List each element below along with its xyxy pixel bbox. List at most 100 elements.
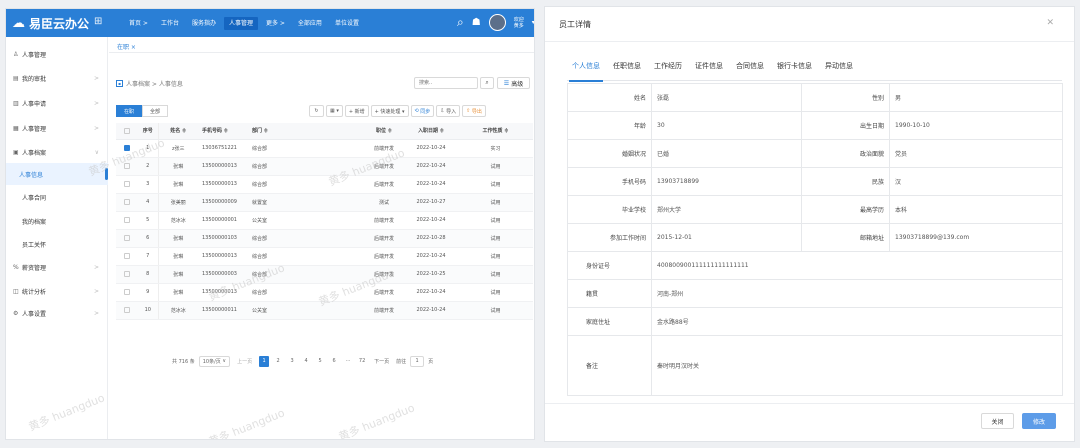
column-header[interactable]: 工作性质 ≑: [458, 123, 533, 140]
nav-more[interactable]: 更多 >: [261, 17, 290, 30]
nav-home[interactable]: 首页 >: [124, 17, 153, 30]
row-checkbox[interactable]: [116, 301, 138, 320]
row-checkbox[interactable]: [116, 139, 138, 158]
tab-contracts[interactable]: 合同信息: [731, 59, 769, 81]
employee-table: 序号 姓名 ≑ 手机号码 ≑ 部门 ≑ 职位 ≑ 入职日期 ≑ 工作性质 ≑ 1…: [116, 123, 533, 320]
page-button[interactable]: 1: [259, 355, 270, 367]
page-button[interactable]: 6: [329, 356, 339, 367]
close-button[interactable]: 关闭: [981, 413, 1014, 429]
sidebar-item-hr-records[interactable]: ▣ 人事档案 ∨: [6, 141, 108, 163]
row-checkbox[interactable]: [116, 265, 138, 284]
page-ellipsis[interactable]: ···: [343, 356, 353, 367]
goto-page-input[interactable]: 1: [410, 355, 425, 367]
nav-workbench[interactable]: 工作台: [156, 17, 184, 30]
page-button[interactable]: 3: [287, 356, 297, 367]
prev-page-button[interactable]: 上一页: [234, 358, 255, 365]
row-checkbox[interactable]: [116, 211, 138, 230]
table-row[interactable]: 9 张琳 13500000013 综合部 后端开发 2022-10-24 试用: [116, 283, 533, 302]
tab-changes[interactable]: 异动信息: [820, 59, 858, 81]
edit-button[interactable]: 修改: [1022, 413, 1056, 429]
toggle-active-employees[interactable]: 在职: [116, 105, 142, 117]
column-header[interactable]: 手机号码 ≑: [198, 123, 248, 140]
sidebar-item-hr-management[interactable]: ♙ 人事管理: [6, 43, 108, 65]
sidebar-item-statistics[interactable]: ◫ 统计分析 >: [6, 280, 108, 302]
row-checkbox[interactable]: [116, 247, 138, 266]
refresh-button[interactable]: ↻: [309, 105, 324, 117]
row-checkbox[interactable]: [116, 229, 138, 248]
advanced-search-button[interactable]: ☰ 高级: [497, 77, 530, 89]
page-button[interactable]: 2: [273, 356, 283, 367]
form-row: 婚姻状况 已婚 政治面貌 党员: [567, 139, 1063, 168]
sidebar-item-hr-settings[interactable]: ⚙ 人事设置 >: [6, 302, 108, 324]
search-button[interactable]: ⌕: [480, 77, 494, 89]
tab-active[interactable]: 在职 ×: [117, 42, 136, 51]
sidebar-item-hr-requests[interactable]: ▥ 人事申请 >: [6, 92, 108, 114]
records-icon: ▣: [13, 148, 19, 156]
page-size-select[interactable]: 10条/页 ∨: [198, 355, 231, 367]
row-checkbox[interactable]: [116, 283, 138, 302]
toggle-all-employees[interactable]: 全部: [142, 105, 168, 117]
page-button[interactable]: 72: [357, 356, 367, 367]
sync-button[interactable]: ⟲ 同步: [410, 105, 435, 117]
tab-position-info[interactable]: 任职信息: [608, 59, 646, 81]
sidebar-item-payroll[interactable]: % 薪资管理 >: [6, 256, 108, 278]
table-cell: 后端开发: [364, 157, 404, 176]
table-cell: 就置室: [248, 193, 296, 212]
table-row[interactable]: 10 范冰冰 13500000011 公关室 前端开发 2022-10-24 试用: [116, 301, 533, 320]
columns-button[interactable]: ▦ ▾: [326, 105, 343, 117]
nav-hr[interactable]: 人事管理: [223, 17, 258, 30]
column-header[interactable]: 入职日期 ≑: [404, 123, 458, 140]
search-icon[interactable]: ⌕: [457, 15, 464, 30]
table-row[interactable]: 6 张琳 13500000103 综合部 后端开发 2022-10-28 试用: [116, 229, 533, 248]
table-row[interactable]: 8 张琳 13500000003 综合部 后端开发 2022-10-25 试用: [116, 265, 533, 284]
org-chart-icon[interactable]: ☗: [472, 17, 481, 28]
table-cell: 2: [138, 157, 159, 176]
app-logo[interactable]: ☁ 易臣云办公: [12, 15, 89, 32]
field-value: 1990-10-10: [889, 111, 1063, 140]
table-row[interactable]: 5 范冰冰 13500000001 公关室 前端开发 2022-10-24 试用: [116, 211, 533, 230]
column-header[interactable]: 职位 ≑: [364, 123, 404, 140]
column-header[interactable]: 部门 ≑: [248, 123, 296, 140]
chevron-down-icon: ∨: [94, 148, 99, 156]
goto-label: 前往: [396, 358, 407, 365]
select-all-checkbox[interactable]: [116, 123, 138, 140]
table-row[interactable]: 2 张琳 13500000013 综合部 后端开发 2022-10-24 试用: [116, 157, 533, 176]
grid-menu-icon[interactable]: ⊞: [94, 16, 102, 27]
sidebar-item-employee-care[interactable]: 员工关怀: [6, 233, 108, 255]
sidebar-item-hr-contracts[interactable]: 人事合同: [6, 186, 108, 208]
table-row[interactable]: 4 张美丽 13500000009 就置室 测试 2022-10-27 试用: [116, 193, 533, 212]
nav-org-settings[interactable]: 单位设置: [330, 17, 364, 30]
close-icon[interactable]: ✕: [1046, 18, 1054, 28]
watermark: 黄多 huangduo: [206, 406, 287, 440]
table-row[interactable]: 7 张琳 13500000013 综合部 后端开发 2022-10-24 试用: [116, 247, 533, 266]
search-input[interactable]: [414, 77, 478, 89]
sidebar-item-hr-info[interactable]: 人事信息: [6, 163, 108, 185]
import-button[interactable]: ⇩ 导入: [436, 105, 461, 117]
tab-documents[interactable]: 证件信息: [690, 59, 728, 81]
nav-all-apps[interactable]: 全部应用: [293, 17, 327, 30]
sidebar-item-my-records[interactable]: 我的档案: [6, 210, 108, 232]
sidebar-item-label: 员工关怀: [22, 241, 47, 249]
sidebar-item-hr-management-2[interactable]: ▦ 人事管理 >: [6, 117, 108, 139]
chevron-down-icon[interactable]: ▾: [532, 19, 534, 26]
column-header[interactable]: 姓名 ≑: [158, 123, 198, 140]
page-button[interactable]: 4: [301, 356, 311, 367]
row-checkbox[interactable]: [116, 175, 138, 194]
page-button[interactable]: 5: [315, 356, 325, 367]
avatar[interactable]: [488, 14, 506, 31]
tab-personal-info[interactable]: 个人信息: [567, 59, 605, 82]
export-button[interactable]: ⇧ 导出: [462, 105, 486, 117]
sidebar-item-my-approvals[interactable]: ▤ 我的审批 >: [6, 67, 108, 89]
sidebar-item-label: 人事管理: [22, 51, 47, 59]
next-page-button[interactable]: 下一页: [371, 358, 392, 365]
row-checkbox[interactable]: [116, 193, 138, 212]
table-row[interactable]: 1 z张三 13036751221 综合部 前端开发 2022-10-24 实习: [116, 139, 533, 158]
tab-bank-cards[interactable]: 银行卡信息: [772, 59, 817, 81]
add-button[interactable]: + 新增: [344, 105, 369, 117]
nav-service[interactable]: 服务指办: [187, 17, 221, 30]
tab-work-history[interactable]: 工作经历: [649, 59, 687, 81]
quick-action-button[interactable]: + 快速处理 ▾: [370, 105, 409, 117]
field-value: 2015-12-01: [651, 223, 802, 252]
table-row[interactable]: 3 张琳 13500000013 综合部 后端开发 2022-10-24 试用: [116, 175, 533, 194]
row-checkbox[interactable]: [116, 157, 138, 176]
